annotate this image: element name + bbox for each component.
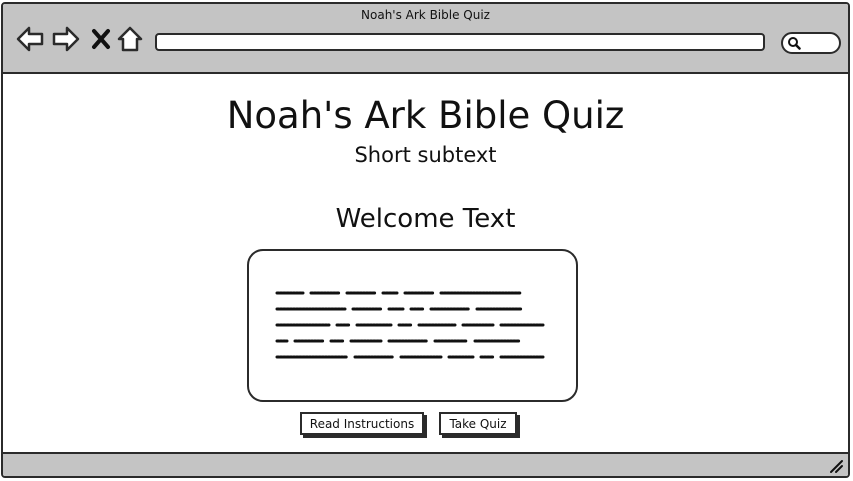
search-icon	[788, 37, 801, 50]
page-title: Noah's Ark Bible Quiz	[226, 94, 625, 137]
welcome-heading: Welcome Text	[335, 204, 516, 234]
status-bar	[3, 452, 848, 476]
close-x-icon[interactable]	[89, 24, 113, 54]
home-icon[interactable]	[116, 24, 144, 54]
window-title: Noah's Ark Bible Quiz	[361, 8, 490, 22]
welcome-text-card	[247, 249, 578, 402]
address-bar[interactable]	[155, 33, 765, 51]
resize-grip-icon[interactable]	[828, 458, 844, 474]
browser-window: Noah's Ark Bible Quiz Noah's Ark Bible Q…	[1, 2, 850, 478]
page-content: Noah's Ark Bible Quiz Short subtext Welc…	[3, 74, 848, 454]
page-subtitle: Short subtext	[354, 143, 497, 167]
read-instructions-button[interactable]: Read Instructions	[300, 412, 424, 435]
placeholder-text-scribble	[275, 291, 545, 359]
take-quiz-button[interactable]: Take Quiz	[439, 412, 517, 435]
search-input[interactable]	[781, 32, 841, 54]
back-arrow-icon[interactable]	[15, 24, 45, 54]
forward-arrow-icon[interactable]	[51, 24, 81, 54]
browser-toolbar: Noah's Ark Bible Quiz	[3, 4, 848, 74]
